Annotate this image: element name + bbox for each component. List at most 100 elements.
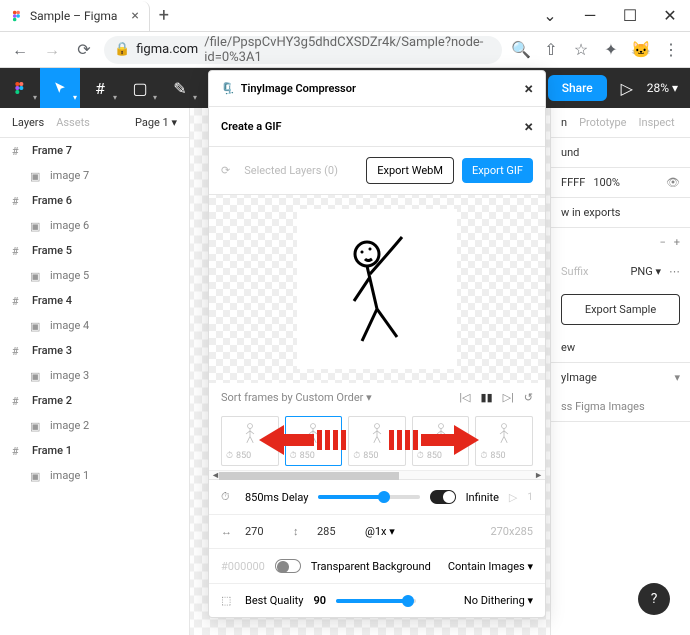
thumb-delay: 850	[363, 451, 378, 461]
export-button[interactable]: Export Sample	[561, 294, 680, 325]
refresh-icon[interactable]: ⟳	[221, 164, 230, 177]
export-options-icon[interactable]: ⋯	[669, 265, 680, 278]
tab-inspect[interactable]: Inspect	[639, 116, 675, 129]
layer-image[interactable]: ▣image 7	[0, 163, 189, 188]
bg-opacity[interactable]: 100%	[593, 176, 620, 189]
quality-slider[interactable]	[336, 599, 416, 603]
figma-menu-button[interactable]: ▾	[0, 68, 40, 108]
zoom-level[interactable]: 28% ▾	[647, 81, 678, 95]
tab-assets[interactable]: Assets	[56, 116, 90, 129]
minus-button[interactable]: −	[659, 236, 665, 249]
thumbnail-scrollbar[interactable]: ◄ ►	[209, 470, 545, 480]
scale-select[interactable]: @1x ▾	[365, 525, 395, 538]
layer-frame[interactable]: #Frame 2	[0, 388, 189, 413]
extensions-icon[interactable]: ✦	[600, 39, 622, 61]
collapse-icon[interactable]: ▾	[674, 371, 680, 384]
scroll-right-icon[interactable]: ►	[534, 470, 543, 481]
thumb-preview	[351, 419, 403, 449]
forward-button: →	[40, 38, 64, 62]
plus-button[interactable]: +	[674, 236, 680, 249]
frame-thumbnail[interactable]: ⏱850	[285, 416, 343, 466]
layer-frame[interactable]: #Frame 4	[0, 288, 189, 313]
layer-name: Frame 3	[32, 344, 72, 357]
present-button[interactable]: ▷	[615, 68, 639, 108]
delay-slider[interactable]	[318, 495, 419, 499]
visibility-icon[interactable]: 👁	[666, 176, 680, 189]
frame-thumbnail[interactable]: ⏱850	[221, 416, 279, 466]
tab-design[interactable]: n	[561, 116, 567, 129]
show-in-exports[interactable]: w in exports	[561, 206, 621, 219]
format-select[interactable]: PNG ▾	[630, 265, 661, 278]
layer-image[interactable]: ▣image 2	[0, 413, 189, 438]
new-tab-button[interactable]: +	[150, 5, 178, 26]
sort-dropdown[interactable]: Sort frames by Custom Order ▾	[221, 391, 372, 404]
layer-name: Frame 1	[32, 444, 72, 457]
shape-tool[interactable]: ▢▾	[120, 68, 160, 108]
height-input[interactable]: 285	[317, 525, 355, 538]
address-field[interactable]: 🔒 figma.com/file/PpspCvHY3g5dhdCXSDZr4k/…	[104, 36, 502, 64]
frame-icon: #	[12, 445, 24, 457]
close-button[interactable]: ✕	[650, 0, 690, 32]
dither-select[interactable]: No Dithering ▾	[464, 594, 533, 607]
frame-thumbnail[interactable]: ⏱850	[348, 416, 406, 466]
next-frame-button[interactable]: ▷|	[503, 391, 514, 404]
thumb-preview	[415, 419, 467, 449]
gif-panel-close[interactable]: ×	[525, 117, 534, 136]
prev-frame-button[interactable]: |◁	[459, 391, 470, 404]
browser-tab[interactable]: Sample – Figma ×	[0, 1, 150, 31]
layer-frame[interactable]: #Frame 5	[0, 238, 189, 263]
play-once-icon[interactable]: ▷	[509, 491, 517, 504]
infinite-toggle[interactable]	[430, 490, 456, 504]
layer-frame[interactable]: #Frame 3	[0, 338, 189, 363]
profile-icon[interactable]: 🐱	[630, 39, 652, 61]
pen-tool[interactable]: ✎▾	[160, 68, 200, 108]
thumb-preview	[478, 419, 530, 449]
tab-close-icon[interactable]: ×	[131, 8, 138, 24]
export-webm-button[interactable]: Export WebM	[366, 157, 454, 184]
transparent-toggle[interactable]	[275, 559, 301, 573]
layer-image[interactable]: ▣image 5	[0, 263, 189, 288]
back-button[interactable]: ←	[8, 38, 32, 62]
loop-button[interactable]: ↺	[524, 391, 533, 404]
export-gif-button[interactable]: Export GIF	[462, 158, 533, 183]
layer-name: image 6	[50, 219, 89, 232]
share-button[interactable]: Share	[548, 75, 607, 101]
layer-name: Frame 6	[32, 194, 72, 207]
maximize-button[interactable]: ☐	[610, 0, 650, 32]
scrollbar-thumb[interactable]	[219, 472, 399, 480]
suffix-label: Suffix	[561, 265, 588, 278]
width-input[interactable]: 270	[245, 525, 283, 538]
tab-layers[interactable]: Layers	[12, 116, 44, 129]
bg-hex-input[interactable]: #000000	[221, 560, 265, 573]
menu-icon[interactable]: ⋮	[660, 39, 682, 61]
url-domain: figma.com	[136, 42, 198, 57]
layer-image[interactable]: ▣image 1	[0, 463, 189, 488]
help-button[interactable]: ?	[638, 583, 670, 615]
move-tool[interactable]: ▾	[40, 68, 80, 108]
layer-frame[interactable]: # Frame 1	[0, 438, 189, 463]
layer-image[interactable]: ▣image 4	[0, 313, 189, 338]
frame-icon: #	[12, 295, 24, 307]
frame-icon: #	[12, 195, 24, 207]
reload-button[interactable]: ⟳	[72, 38, 96, 62]
layer-image[interactable]: ▣image 6	[0, 213, 189, 238]
layer-frame[interactable]: #Frame 7	[0, 138, 189, 163]
plugin-icon: 🗜️	[221, 82, 235, 95]
pause-button[interactable]: ▮▮	[481, 391, 493, 404]
chevron-down-icon[interactable]: ⌄	[530, 0, 570, 32]
frame-thumbnail[interactable]: ⏱850	[475, 416, 533, 466]
plugin-close-button[interactable]: ×	[525, 79, 534, 98]
share-icon[interactable]: ⇧	[540, 39, 562, 61]
timer-icon: ⏱	[353, 451, 360, 461]
frame-thumbnail[interactable]: ⏱850	[412, 416, 470, 466]
minimize-button[interactable]: —	[570, 0, 610, 32]
bg-hex[interactable]: FFFF	[561, 176, 585, 189]
page-selector[interactable]: Page 1 ▾	[135, 116, 177, 129]
star-icon[interactable]: ☆	[570, 39, 592, 61]
layer-image[interactable]: ▣image 3	[0, 363, 189, 388]
layer-frame[interactable]: # Frame 6	[0, 188, 189, 213]
search-icon[interactable]: 🔍	[510, 39, 532, 61]
frame-tool[interactable]: #▾	[80, 68, 120, 108]
fit-select[interactable]: Contain Images ▾	[448, 560, 533, 573]
tab-prototype[interactable]: Prototype	[579, 116, 626, 129]
